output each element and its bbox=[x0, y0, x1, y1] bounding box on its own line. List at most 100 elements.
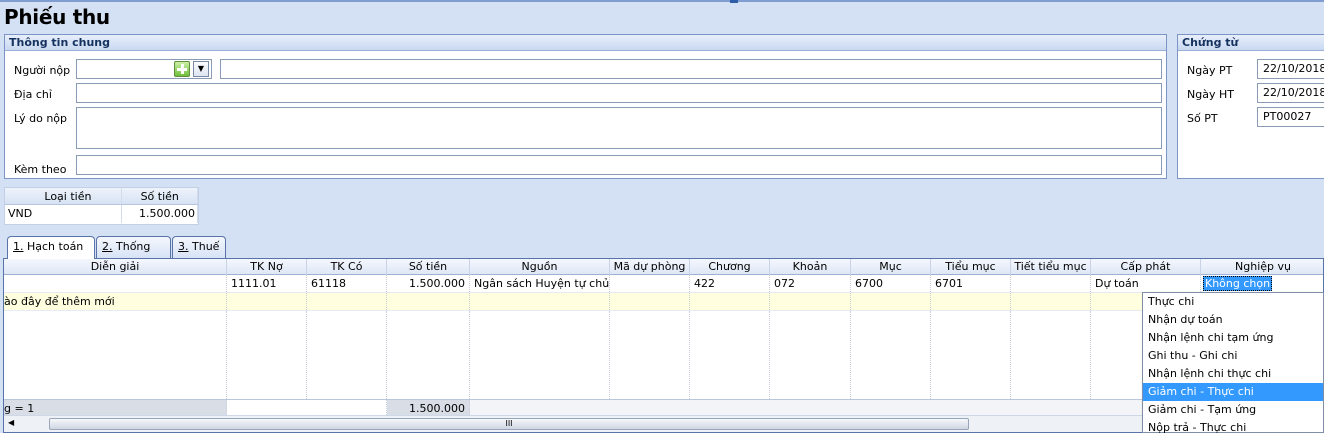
col-debit-account[interactable]: TK Nợ bbox=[227, 259, 307, 275]
general-info-panel: Thông tin chung Người nộp ▼ Địa chỉ Lý d… bbox=[4, 34, 1167, 179]
add-payer-button[interactable] bbox=[174, 61, 190, 77]
dropdown-option[interactable]: Nhận dự toán bbox=[1143, 311, 1323, 329]
voucher-header: Chứng từ bbox=[1178, 35, 1324, 51]
footer-row-count: g = 1 bbox=[4, 400, 227, 415]
empty-cell bbox=[4, 311, 227, 399]
tab-tax-key: 3. bbox=[178, 240, 189, 253]
scroll-left-arrow[interactable]: ◀ bbox=[8, 418, 14, 427]
empty-cell bbox=[770, 293, 851, 310]
col-allocation[interactable]: Cấp phát bbox=[1091, 259, 1201, 275]
general-info-header: Thông tin chung bbox=[5, 35, 1166, 51]
grid-header: Diễn giải TK Nợ TK Có Số tiền Nguồn Mã d… bbox=[4, 259, 1323, 275]
col-section[interactable]: Mục bbox=[851, 259, 931, 275]
empty-cell bbox=[770, 311, 851, 399]
dropdown-option[interactable]: Thực chi bbox=[1143, 293, 1323, 311]
scroll-grip: III bbox=[505, 419, 513, 428]
currency-type-header: Loại tiền bbox=[5, 188, 123, 204]
table-row[interactable]: 1111.01 61118 1.500.000 Ngân sách Huyện … bbox=[4, 275, 1323, 293]
footer-empty bbox=[227, 400, 387, 415]
cell-debit-account[interactable]: 1111.01 bbox=[227, 275, 307, 292]
date-pt-label: Ngày PT bbox=[1187, 64, 1233, 77]
empty-cell bbox=[307, 311, 387, 399]
currency-row[interactable]: VND 1.500.000 bbox=[5, 205, 198, 223]
attach-label: Kèm theo bbox=[14, 163, 67, 176]
dropdown-option[interactable]: Nhận lệnh chi tạm ứng bbox=[1143, 329, 1323, 347]
empty-cell bbox=[931, 311, 1011, 399]
empty-cell bbox=[470, 311, 610, 399]
empty-cell bbox=[387, 293, 470, 310]
tab-tax[interactable]: 3. Thuế bbox=[172, 236, 226, 258]
dropdown-option-selected[interactable]: Giảm chi - Thực chi bbox=[1143, 383, 1323, 401]
cell-sub-detail[interactable] bbox=[1011, 275, 1091, 292]
cell-description[interactable] bbox=[4, 275, 227, 292]
dropdown-option[interactable]: Giảm chi - Tạm ứng bbox=[1143, 401, 1323, 419]
dropdown-option[interactable]: Nhận lệnh chi thực chi bbox=[1143, 365, 1323, 383]
col-item[interactable]: Khoản bbox=[770, 259, 851, 275]
currency-grid-header: Loại tiền Số tiền bbox=[5, 188, 198, 205]
number-label: Số PT bbox=[1187, 112, 1218, 125]
empty-cell bbox=[387, 311, 470, 399]
date-pt-input[interactable]: 22/10/2018 bbox=[1257, 59, 1324, 79]
cell-amount[interactable]: 1.500.000 bbox=[387, 275, 470, 292]
cell-reserve-code[interactable] bbox=[610, 275, 690, 292]
new-row-hint[interactable]: ào đây để thêm mới bbox=[4, 293, 227, 310]
dropdown-option[interactable]: Nộp trả - Thực chi bbox=[1143, 419, 1323, 433]
col-amount[interactable]: Số tiền bbox=[387, 259, 470, 275]
accounting-grid: Diễn giải TK Nợ TK Có Số tiền Nguồn Mã d… bbox=[3, 258, 1324, 433]
reason-label: Lý do nộp bbox=[14, 112, 68, 125]
scroll-thumb[interactable]: III bbox=[49, 418, 969, 430]
tab-statistics[interactable]: 2. Thống kê bbox=[96, 236, 171, 273]
currency-grid: Loại tiền Số tiền VND 1.500.000 bbox=[4, 187, 199, 225]
empty-cell bbox=[931, 293, 1011, 310]
cell-item[interactable]: 072 bbox=[770, 275, 851, 292]
tab-accounting-label: Hạch toán bbox=[23, 240, 84, 253]
col-business[interactable]: Nghiệp vụ bbox=[1201, 259, 1324, 275]
empty-cell bbox=[307, 293, 387, 310]
business-dropdown-list[interactable]: Thực chi Nhận dự toán Nhận lệnh chi tạm … bbox=[1142, 292, 1324, 433]
cell-allocation[interactable]: Dự toán bbox=[1091, 275, 1201, 292]
empty-cell bbox=[227, 293, 307, 310]
new-row[interactable]: ào đây để thêm mới bbox=[4, 293, 1323, 311]
page-title: Phiếu thu bbox=[4, 5, 110, 29]
attach-input[interactable] bbox=[76, 155, 1162, 175]
dropdown-option[interactable]: Ghi thu - Ghi chi bbox=[1143, 347, 1323, 365]
col-subsection[interactable]: Tiểu mục bbox=[931, 259, 1011, 275]
date-ht-label: Ngày HT bbox=[1187, 88, 1234, 101]
col-sub-detail[interactable]: Tiết tiểu mục bbox=[1011, 259, 1091, 275]
top-accent-line bbox=[0, 0, 1324, 2]
cell-chapter[interactable]: 422 bbox=[690, 275, 770, 292]
cell-section[interactable]: 6700 bbox=[851, 275, 931, 292]
cell-business[interactable]: Không chọn bbox=[1201, 275, 1324, 292]
payer-dropdown-button[interactable]: ▼ bbox=[193, 61, 209, 77]
tab-statistics-key: 2. bbox=[102, 240, 113, 253]
cell-credit-account[interactable]: 61118 bbox=[307, 275, 387, 292]
empty-cell bbox=[851, 293, 931, 310]
empty-cell bbox=[227, 311, 307, 399]
col-reserve-code[interactable]: Mã dự phòng bbox=[610, 259, 690, 275]
number-input[interactable]: PT00027 bbox=[1257, 107, 1324, 127]
cell-subsection[interactable]: 6701 bbox=[931, 275, 1011, 292]
currency-amount-cell[interactable]: 1.500.000 bbox=[122, 205, 198, 223]
cell-source[interactable]: Ngân sách Huyện tự chủ bbox=[470, 275, 610, 292]
empty-cell bbox=[690, 293, 770, 310]
business-selected-value[interactable]: Không chọn bbox=[1203, 276, 1273, 291]
horizontal-scrollbar[interactable]: ◀ III bbox=[4, 415, 1144, 432]
payer-label: Người nộp bbox=[14, 64, 71, 77]
address-input[interactable] bbox=[76, 83, 1162, 103]
date-ht-input[interactable]: 22/10/2018 bbox=[1257, 83, 1324, 103]
currency-type-cell[interactable]: VND bbox=[5, 205, 123, 223]
address-label: Địa chỉ bbox=[14, 88, 52, 101]
tab-accounting[interactable]: 1. Hạch toán bbox=[7, 236, 95, 259]
empty-cell bbox=[610, 311, 690, 399]
empty-cell bbox=[1011, 311, 1091, 399]
col-description[interactable]: Diễn giải bbox=[4, 259, 227, 275]
empty-cell bbox=[1011, 293, 1091, 310]
col-chapter[interactable]: Chương bbox=[690, 259, 770, 275]
col-source[interactable]: Nguồn bbox=[470, 259, 610, 275]
payer-code-input[interactable] bbox=[76, 59, 212, 79]
col-credit-account[interactable]: TK Có bbox=[307, 259, 387, 275]
empty-cell bbox=[610, 293, 690, 310]
reason-textarea[interactable] bbox=[76, 107, 1162, 149]
empty-cell bbox=[690, 311, 770, 399]
payer-name-input[interactable] bbox=[220, 59, 1162, 79]
